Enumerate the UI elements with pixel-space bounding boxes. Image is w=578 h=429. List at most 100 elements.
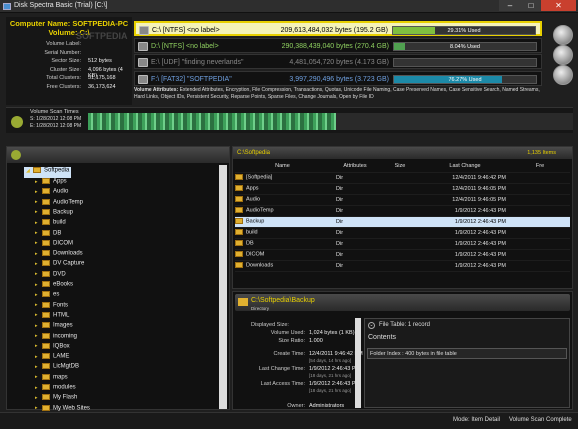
volume-row[interactable]: F:\ [FAT32] "SOFTPEDIA" 3,997,290,496 by…: [134, 70, 542, 86]
tree-item[interactable]: ▸ maps: [35, 373, 68, 385]
folder-icon: [42, 239, 50, 246]
table-row[interactable]: Apps Dir 12/4/2011 9:46:05 PM: [235, 183, 570, 195]
name-cell: Apps: [235, 183, 330, 195]
free-cell: [510, 227, 570, 239]
column-header[interactable]: Size: [380, 161, 420, 173]
tree-item[interactable]: ▸ AudioTemp: [35, 198, 83, 210]
check-button[interactable]: [553, 25, 573, 45]
file-table: Name Attributes Size Last Change Fre [Softpe…: [235, 161, 570, 272]
tree-item[interactable]: ▸ DV Capture: [35, 260, 84, 271]
table-row[interactable]: [Softpedia] Dir 12/4/2011 9:46:42 PM: [235, 172, 570, 184]
table-row[interactable]: Downloads Dir 1/9/2012 2:46:43 PM: [235, 260, 570, 272]
tree-item[interactable]: ▸ My Flash: [35, 394, 77, 405]
contents-label: Contents: [368, 334, 397, 341]
size-ratio-value: 1.000: [309, 338, 323, 344]
attributes-text: Extended Attributes, Encryption, File Co…: [134, 87, 540, 100]
usage-bar: 8.04% Used: [393, 41, 537, 51]
tree-item[interactable]: ▸ DICOM: [35, 239, 73, 251]
column-header[interactable]: Name: [235, 161, 330, 173]
help-button[interactable]: [553, 65, 573, 85]
tree-item[interactable]: ▸ Backup: [35, 208, 73, 220]
usage-bar: 76.27% Used: [393, 74, 537, 84]
tree-item[interactable]: ▸ IQBox: [35, 342, 70, 354]
attributes-label: Volume Attributes:: [134, 87, 179, 93]
usage-bar: 29.31% Used: [392, 26, 536, 35]
change-cell: 1/9/2012 2:46:43 PM: [420, 205, 510, 217]
collapse-icon[interactable]: ⌄: [368, 322, 375, 329]
status-mode: Mode: Item Detail: [453, 417, 501, 423]
volume-row[interactable]: D:\ [NTFS] <no label> 290,388,439,040 by…: [134, 37, 542, 53]
tree-item[interactable]: ▸ Audio: [35, 188, 68, 199]
folder-icon: [235, 207, 243, 214]
tree-item[interactable]: ▸ DVD: [35, 270, 66, 282]
expand-arrow-icon: ▸: [35, 353, 38, 360]
tree-item[interactable]: ▸ Apps: [35, 178, 67, 189]
volume-row[interactable]: E:\ [UDF] "finding neverlands" 4,481,054…: [134, 54, 542, 69]
info-value: 51,175,168: [88, 75, 116, 81]
table-row[interactable]: Audio Dir 12/4/2011 9:46:05 PM: [235, 194, 570, 206]
tree-item[interactable]: ▸ es: [35, 291, 59, 302]
close-icon[interactable]: ✕: [541, 0, 576, 11]
attr-cell: Dir: [330, 227, 380, 239]
tree-item[interactable]: ▸ HTML: [35, 311, 69, 323]
maximize-icon[interactable]: □: [521, 0, 541, 11]
folder-icon: [33, 167, 41, 173]
tree-item[interactable]: ▸ DB: [35, 229, 61, 241]
change-cell: 1/9/2012 2:46:43 PM: [420, 238, 510, 250]
size-cell: [380, 172, 420, 184]
tree-item[interactable]: ▸ eBooks: [35, 281, 73, 292]
refresh-button[interactable]: [553, 45, 573, 65]
tree-item[interactable]: ▸ LicMgtDB: [35, 363, 79, 374]
tree-item[interactable]: ▸ incoming: [35, 332, 77, 344]
free-cell: [510, 194, 570, 206]
status-bar: Mode: Item Detail Volume Scan Complete: [0, 412, 578, 429]
tree-scrollbar[interactable]: [219, 165, 227, 409]
detail-type: Directory: [251, 306, 270, 311]
folder-icon: [42, 281, 50, 287]
change-cell: 12/4/2011 9:46:05 PM: [420, 194, 510, 206]
name-cell: Downloads: [235, 260, 330, 272]
name-cell: Audio: [235, 194, 330, 206]
volume-label: C:\ [NTFS] <no label>: [152, 27, 220, 34]
detail-scrollbar[interactable]: [355, 318, 361, 408]
column-header[interactable]: Last Change: [420, 161, 510, 173]
folder-icon: [42, 342, 50, 349]
volume-attributes: Volume Attributes: Extended Attributes, …: [134, 87, 542, 105]
tree-item[interactable]: ▸ LAME: [35, 353, 69, 364]
tree-item[interactable]: ▸ modules: [35, 384, 76, 395]
name-text: Audio: [246, 196, 261, 203]
table-row[interactable]: DB Dir 1/9/2012 2:46:43 PM: [235, 238, 570, 250]
tree-item-label: build: [53, 219, 66, 226]
table-row[interactable]: DICOM Dir 1/9/2012 2:46:43 PM: [235, 249, 570, 261]
folder-icon: [42, 250, 50, 257]
tree-root[interactable]: ◢ Softpedia: [24, 167, 72, 178]
rescan-icon[interactable]: [11, 116, 23, 128]
create-time-ago: [54 days, 14 hrs ago]: [309, 358, 352, 363]
folder-icon: [238, 298, 248, 306]
info-label: Volume Label:: [46, 41, 81, 47]
table-row[interactable]: Backup Dir 1/9/2012 2:46:43 PM: [235, 216, 570, 228]
tree-item[interactable]: ▸ Fonts: [35, 301, 69, 313]
access-time-ago: [18 days, 21 hrs ago]: [309, 388, 352, 393]
attr-cell: Dir: [330, 260, 380, 272]
column-header[interactable]: Attributes: [330, 161, 380, 173]
tree-item-label: Audio: [53, 188, 69, 195]
expand-arrow-icon: ▸: [35, 374, 38, 381]
tree-item-label: Fonts: [53, 302, 69, 309]
tree-refresh-icon[interactable]: [11, 150, 21, 160]
tree-item[interactable]: ▸ build: [35, 219, 66, 230]
table-row[interactable]: build Dir 1/9/2012 2:46:43 PM: [235, 227, 570, 239]
displayed-size-label: Displayed Size:: [251, 322, 289, 328]
column-header[interactable]: Fre: [510, 161, 570, 173]
tree-item-label: IQBox: [53, 343, 70, 350]
volume-label: E:\ [UDF] "finding neverlands": [151, 59, 244, 66]
table-row[interactable]: AudioTemp Dir 1/9/2012 2:46:43 PM: [235, 205, 570, 217]
tree-item[interactable]: ▸ Downloads: [35, 250, 83, 261]
minimize-icon[interactable]: –: [499, 0, 521, 11]
scan-title: Volume Scan Times: [30, 109, 79, 115]
volume-row[interactable]: C:\ [NTFS] <no label> 209,613,484,032 by…: [134, 21, 542, 36]
name-cell: [Softpedia]: [235, 172, 330, 184]
volume-used-value: 1,024 bytes (1 KB): [309, 330, 355, 336]
tree-item[interactable]: ▸ Images: [35, 322, 73, 333]
expand-arrow-icon: ▸: [35, 281, 38, 288]
